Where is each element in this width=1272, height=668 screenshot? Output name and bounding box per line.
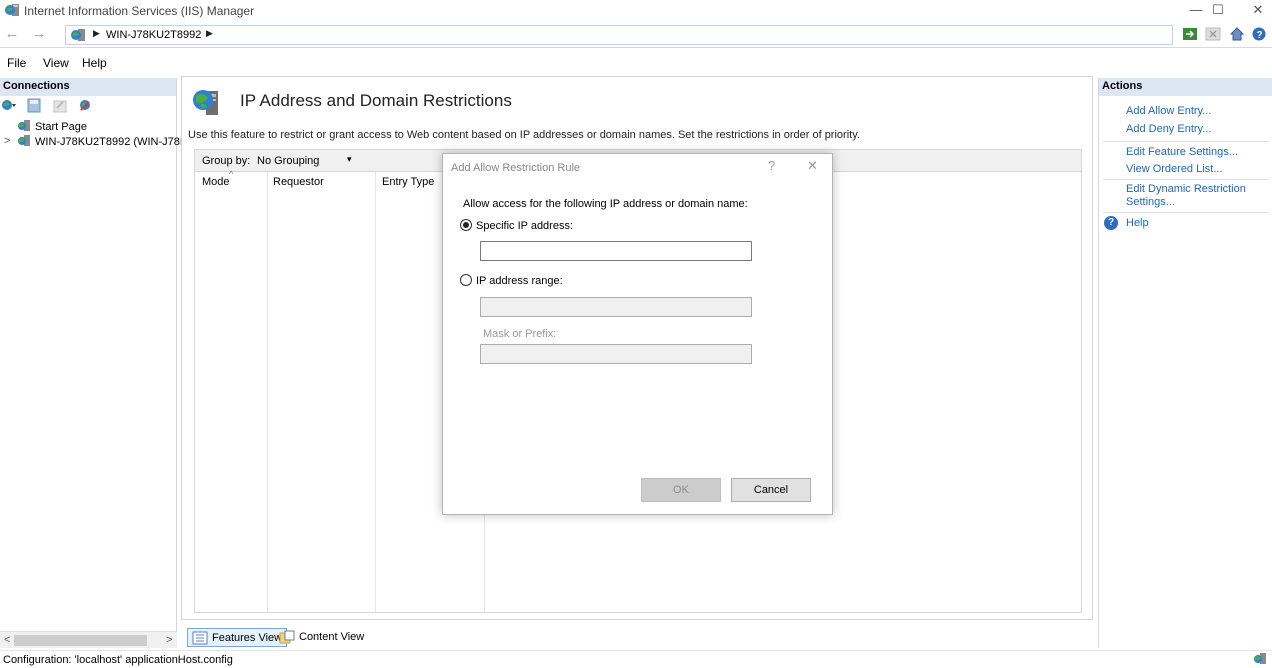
start-page-icon [18, 120, 30, 131]
action-add-deny-entry[interactable]: Add Deny Entry... [1126, 124, 1211, 135]
save-icon[interactable] [26, 98, 42, 113]
tree-item-start-page[interactable]: Start Page [18, 120, 87, 133]
specific-ip-input[interactable] [480, 241, 752, 261]
status-server-icon [1254, 653, 1266, 664]
server-node-icon [18, 135, 30, 146]
sort-indicator-icon: ^ [229, 169, 234, 179]
group-by-label: Group by: [202, 155, 251, 167]
stop-icon[interactable] [1205, 26, 1221, 42]
address-field[interactable]: ▶ WIN-J78KU2T8992 ▶ [65, 25, 1173, 45]
server-icon [71, 29, 85, 41]
group-by-select[interactable]: No Grouping [257, 155, 319, 167]
tree-expand-icon[interactable]: > [4, 135, 10, 147]
dialog-prompt: Allow access for the following IP addres… [463, 198, 748, 210]
ip-range-option[interactable]: IP address range: [460, 274, 563, 287]
action-divider [1103, 141, 1269, 142]
ip-range-input[interactable] [480, 297, 752, 317]
scrollbar-thumb[interactable] [14, 635, 147, 646]
back-button[interactable]: ← [3, 26, 21, 44]
help-dropdown-icon[interactable]: ? [1252, 26, 1268, 42]
page-title: IP Address and Domain Restrictions [240, 91, 512, 110]
column-header-requestor[interactable]: Requestor [273, 176, 324, 188]
tab-label: Content View [299, 631, 365, 643]
cancel-button[interactable]: Cancel [731, 478, 811, 502]
disconnect-icon[interactable] [77, 98, 93, 113]
connect-icon[interactable] [1, 98, 17, 113]
address-toolbar: ? [1178, 26, 1268, 44]
window-title: Internet Information Services (IIS) Mana… [24, 4, 255, 18]
connections-panel: Connections Start Page > WIN-J78KU2T8992… [0, 78, 187, 648]
action-add-allow-entry[interactable]: Add Allow Entry... [1126, 106, 1211, 117]
dialog-help-button[interactable]: ? [768, 158, 775, 173]
mask-prefix-label: Mask or Prefix: [483, 328, 557, 340]
tab-label: Features View [212, 632, 283, 644]
forward-button[interactable]: → [30, 26, 48, 44]
scroll-left-icon[interactable]: < [4, 632, 10, 649]
title-bar: Internet Information Services (IIS) Mana… [0, 0, 1272, 22]
column-divider [267, 172, 268, 612]
dialog-title: Add Allow Restriction Rule [451, 162, 581, 174]
breadcrumb-server[interactable]: WIN-J78KU2T8992 [106, 29, 201, 41]
tree-item-label: Start Page [35, 121, 87, 133]
svg-text:?: ? [1257, 30, 1263, 41]
close-button[interactable]: ✕ [1238, 0, 1272, 22]
action-view-ordered-list[interactable]: View Ordered List... [1126, 164, 1222, 175]
action-edit-feature-settings[interactable]: Edit Feature Settings... [1126, 147, 1238, 158]
scroll-right-icon[interactable]: > [166, 632, 172, 649]
mask-prefix-input[interactable] [480, 344, 752, 364]
menu-bar: File View Help [0, 52, 1272, 72]
menu-help[interactable]: Help [82, 56, 107, 70]
features-view-icon [192, 631, 208, 645]
tree-item-server[interactable]: WIN-J78KU2T8992 (WIN-J78K [18, 135, 187, 148]
tab-features-view[interactable]: Features View [187, 628, 288, 647]
ip-range-label: IP address range: [476, 275, 563, 287]
help-icon[interactable]: ? [1104, 216, 1118, 230]
action-edit-dynamic-restriction[interactable]: Edit Dynamic Restriction [1126, 184, 1246, 195]
iis-app-icon [5, 4, 19, 16]
status-text: Configuration: 'localhost' applicationHo… [3, 654, 233, 666]
specific-ip-label: Specific IP address: [476, 220, 574, 232]
connections-toolbar [0, 96, 176, 116]
dialog-close-button[interactable]: ✕ [807, 158, 818, 174]
action-edit-dynamic-restriction-settings[interactable]: Settings... [1126, 197, 1175, 208]
specific-ip-option[interactable]: Specific IP address: [460, 219, 573, 232]
action-help[interactable]: Help [1126, 218, 1149, 229]
maximize-button[interactable]: ☐ [1198, 0, 1238, 22]
content-view-icon [279, 630, 295, 644]
home-icon[interactable] [1229, 26, 1245, 42]
chevron-down-icon[interactable]: ▾ [347, 154, 352, 165]
action-divider [1103, 179, 1269, 180]
column-header-mode[interactable]: Mode [202, 176, 230, 188]
feature-description: Use this feature to restrict or grant ac… [188, 129, 860, 141]
ip-restrictions-feature-icon [193, 90, 218, 115]
actions-panel: Actions Add Allow Entry... Add Deny Entr… [1098, 78, 1272, 648]
ok-button[interactable]: OK [641, 478, 721, 502]
connections-header: Connections [0, 78, 176, 96]
specific-ip-radio[interactable] [460, 219, 472, 231]
go-icon[interactable] [1182, 26, 1198, 42]
actions-header: Actions [1099, 78, 1272, 96]
tree-item-label: WIN-J78KU2T8992 (WIN-J78K [35, 136, 188, 148]
up-icon[interactable] [52, 98, 68, 113]
menu-view[interactable]: View [43, 56, 69, 70]
horizontal-scrollbar[interactable]: < > [0, 631, 177, 648]
breadcrumb-expand-icon[interactable]: ▶ [206, 28, 213, 39]
action-divider [1103, 212, 1269, 213]
menu-file[interactable]: File [7, 56, 26, 70]
tab-content-view[interactable]: Content View [275, 628, 368, 647]
column-header-entry-type[interactable]: Entry Type [382, 176, 434, 188]
breadcrumb-separator-icon[interactable]: ▶ [93, 28, 100, 39]
column-divider [375, 172, 376, 612]
add-allow-restriction-dialog: Add Allow Restriction Rule ? ✕ Allow acc… [442, 153, 833, 515]
address-bar: ← → ▶ WIN-J78KU2T8992 ▶ ? [0, 22, 1272, 48]
ip-range-radio[interactable] [460, 274, 472, 286]
status-bar: Configuration: 'localhost' applicationHo… [0, 650, 1272, 668]
